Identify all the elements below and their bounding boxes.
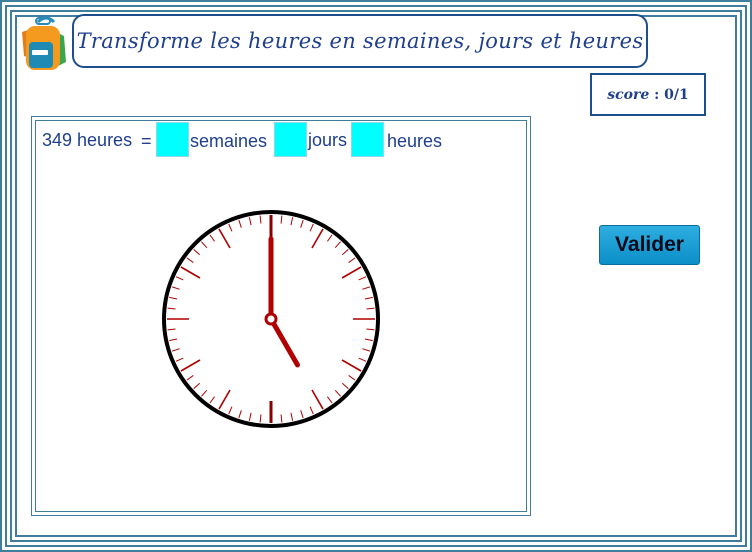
score-separator: :: [649, 86, 665, 103]
hours-input[interactable]: [351, 122, 384, 157]
backpack-icon: [22, 16, 66, 70]
equals-sign: =: [141, 131, 152, 151]
page-title: Transforme les heures en semaines, jours…: [76, 29, 644, 53]
hours-value: 349 heures: [42, 130, 133, 150]
weeks-input[interactable]: [156, 122, 189, 157]
clock-center: [264, 312, 278, 326]
weeks-label: semaines: [190, 131, 268, 151]
analog-clock: [162, 210, 380, 428]
validate-button[interactable]: Valider: [599, 225, 700, 265]
score-value: 0/1: [664, 86, 689, 103]
question-row: 349 heures = semaines jours heures: [42, 122, 522, 158]
score-box: score : 0/1: [590, 73, 706, 116]
hours-label: heures: [387, 131, 443, 151]
score-label: score: [607, 86, 650, 103]
title-banner: Transforme les heures en semaines, jours…: [72, 14, 648, 68]
days-input[interactable]: [274, 122, 307, 157]
days-label: jours: [308, 130, 348, 150]
